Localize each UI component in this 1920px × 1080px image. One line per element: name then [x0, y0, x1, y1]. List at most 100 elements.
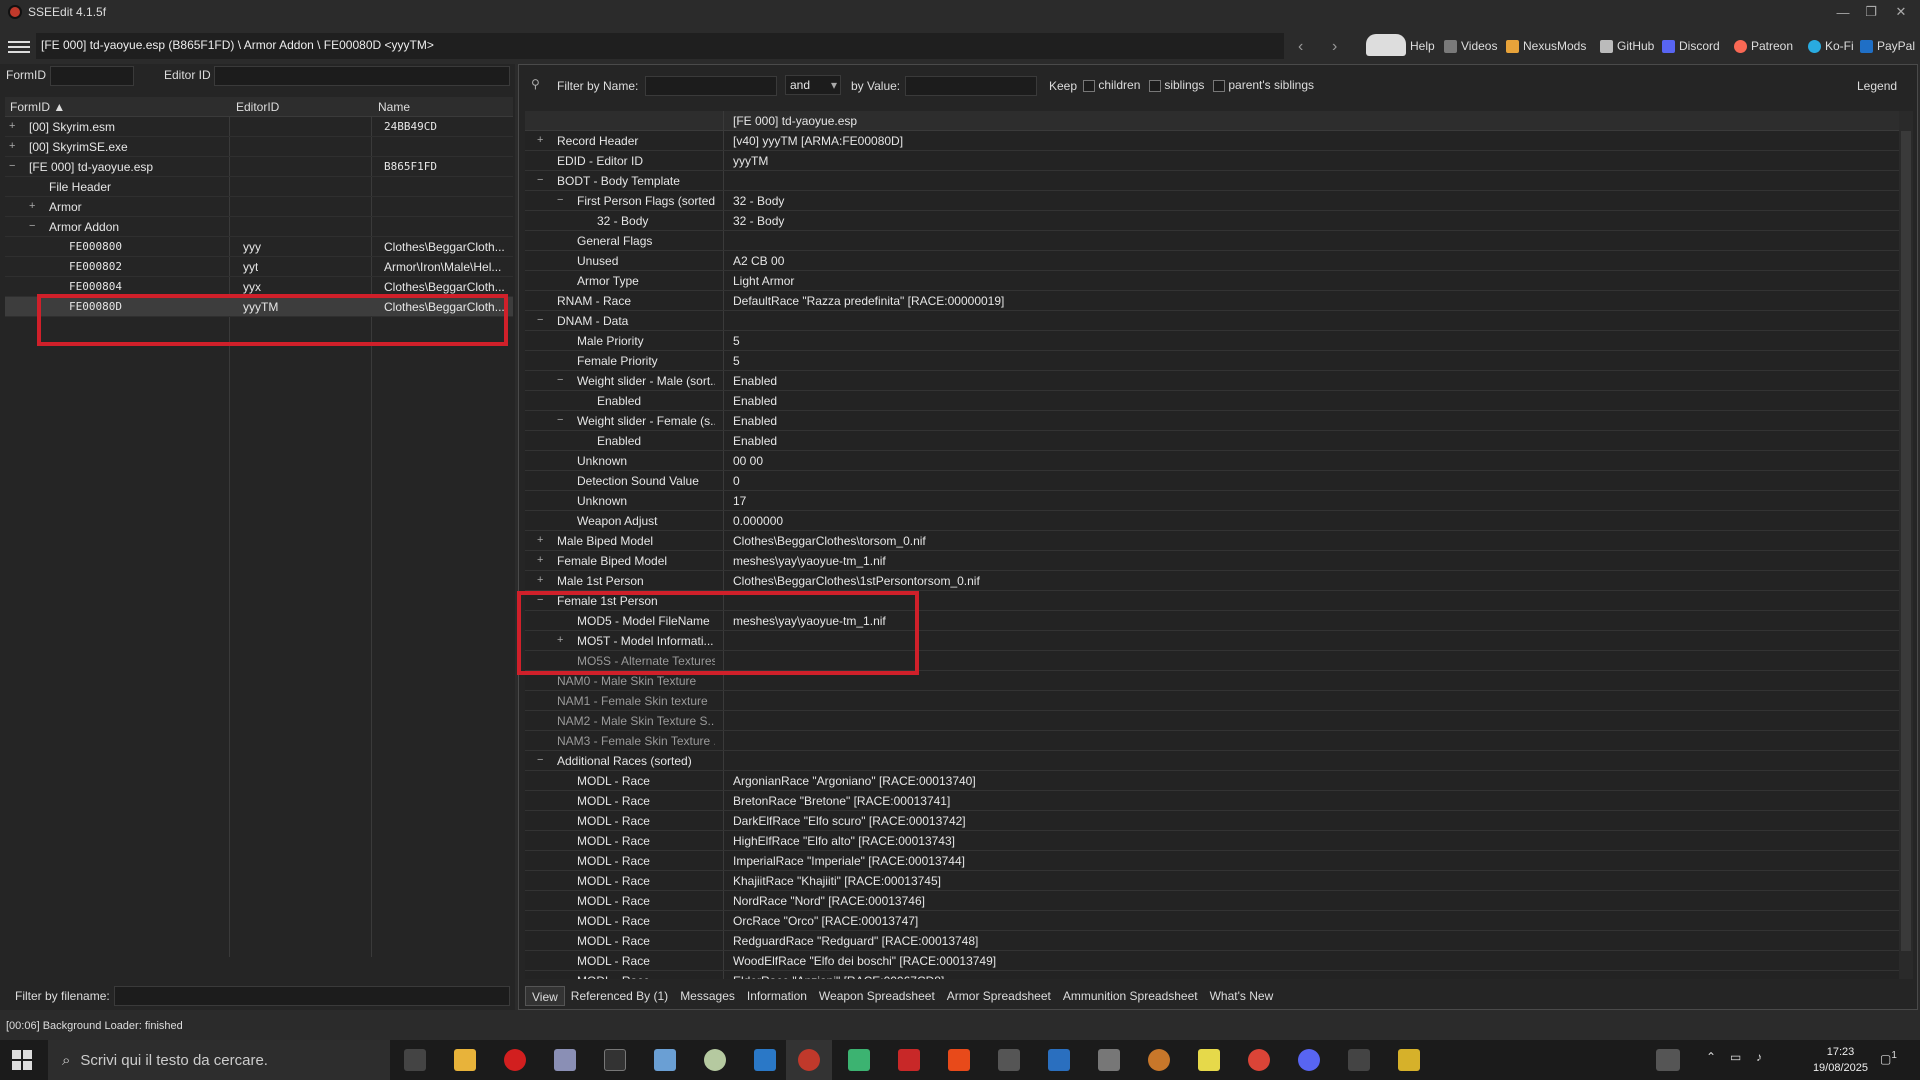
field-value[interactable]: Enabled — [733, 374, 777, 388]
app-icon-12[interactable] — [1198, 1049, 1220, 1071]
app-icon-6[interactable] — [898, 1049, 920, 1071]
vertical-scrollbar[interactable] — [1899, 111, 1913, 979]
collapse-icon[interactable]: − — [557, 194, 563, 206]
record-field-row[interactable]: MODL - Race ArgonianRace "Argoniano" [RAC… — [525, 771, 1900, 791]
record-field-row[interactable]: MODL - Race BretonRace "Bretone" [RACE:00… — [525, 791, 1900, 811]
field-value[interactable]: A2 CB 00 — [733, 254, 784, 268]
record-field-row[interactable]: NAM1 - Female Skin texture — [525, 691, 1900, 711]
expand-icon[interactable]: + — [9, 140, 15, 152]
restore-button[interactable]: ❐ — [1858, 0, 1884, 24]
field-value[interactable]: meshes\yay\yaoyue-tm_1.nif — [733, 554, 886, 568]
tab-messages[interactable]: Messages — [674, 986, 741, 1006]
record-field-row[interactable]: MODL - Race WoodElfRace "Elfo dei boschi"… — [525, 951, 1900, 971]
app-icon-3[interactable] — [654, 1049, 676, 1071]
record-field-row[interactable]: MODL - Race ImperialRace "Imperiale" [RAC… — [525, 851, 1900, 871]
filter-name-input[interactable] — [645, 76, 777, 96]
field-value[interactable]: 5 — [733, 334, 740, 348]
field-value[interactable]: KhajiitRace "Khajiiti" [RACE:00013745] — [733, 874, 941, 888]
clock[interactable]: 17:23 19/08/2025 — [1813, 1044, 1868, 1076]
network-icon[interactable]: ▭ — [1730, 1050, 1741, 1064]
app-icon-4[interactable] — [704, 1049, 726, 1071]
record-field-row[interactable]: 32 - Body 32 - Body — [525, 211, 1900, 231]
tree-row[interactable]: FE000802 yyt Armor\Iron\Male\Hel... — [5, 257, 513, 277]
windows-start-icon[interactable] — [12, 1050, 32, 1070]
file-explorer-icon[interactable] — [454, 1049, 476, 1071]
app-icon-13[interactable] — [1348, 1049, 1370, 1071]
notepad-icon[interactable] — [848, 1049, 870, 1071]
field-value[interactable]: yyyTM — [733, 154, 768, 168]
discord-link[interactable]: Discord — [1662, 39, 1720, 53]
tab-what-s-new[interactable]: What's New — [1204, 986, 1280, 1006]
record-field-row[interactable]: − BODT - Body Template — [525, 171, 1900, 191]
field-value[interactable]: ElderRace "Anziani" [RACE:00067CD8] — [733, 974, 944, 979]
record-field-row[interactable]: + Male 1st Person Clothes\BeggarClothes\1s… — [525, 571, 1900, 591]
app-icon-8[interactable] — [998, 1049, 1020, 1071]
app-icon-5[interactable] — [754, 1049, 776, 1071]
field-value[interactable]: DefaultRace "Razza predefinita" [RACE:00… — [733, 294, 1004, 308]
formid-input[interactable] — [50, 66, 134, 86]
help-link[interactable]: Help — [1410, 39, 1435, 53]
record-field-row[interactable]: Unused A2 CB 00 — [525, 251, 1900, 271]
patreon-link[interactable]: Patreon — [1734, 39, 1793, 53]
record-field-row[interactable]: Male Priority 5 — [525, 331, 1900, 351]
field-value[interactable]: Clothes\BeggarClothes\1stPersontorsom_0.… — [733, 574, 980, 588]
field-value[interactable]: 00 00 — [733, 454, 763, 468]
record-field-row[interactable]: + Female Biped Model meshes\yay\yaoyue-tm_… — [525, 551, 1900, 571]
collapse-icon[interactable]: − — [557, 414, 563, 426]
app-icon-2[interactable] — [604, 1049, 626, 1071]
field-value[interactable]: 0.000000 — [733, 514, 783, 528]
record-field-row[interactable]: MODL - Race HighElfRace "Elfo alto" [RACE… — [525, 831, 1900, 851]
field-value[interactable]: HighElfRace "Elfo alto" [RACE:00013743] — [733, 834, 955, 848]
record-field-row[interactable]: MODL - Race NordRace "Nord" [RACE:0001374… — [525, 891, 1900, 911]
children-checkbox[interactable]: children — [1083, 78, 1140, 92]
record-field-row[interactable]: Enabled Enabled — [525, 431, 1900, 451]
expand-icon[interactable]: + — [537, 134, 543, 146]
tab-referenced-by-1[interactable]: Referenced By (1) — [565, 986, 674, 1006]
field-value[interactable]: Clothes\BeggarClothes\torsom_0.nif — [733, 534, 926, 548]
collapse-icon[interactable]: − — [537, 174, 543, 186]
record-field-row[interactable]: MODL - Race ElderRace "Anziani" [RACE:000… — [525, 971, 1900, 979]
field-value[interactable]: WoodElfRace "Elfo dei boschi" [RACE:0001… — [733, 954, 996, 968]
nexusmods-link[interactable]: NexusMods — [1506, 39, 1586, 53]
field-value[interactable]: NordRace "Nord" [RACE:00013746] — [733, 894, 925, 908]
app-icon-14[interactable] — [1398, 1049, 1420, 1071]
field-value[interactable]: BretonRace "Bretone" [RACE:00013741] — [733, 794, 950, 808]
field-value[interactable]: [v40] yyyTM [ARMA:FE00080D] — [733, 134, 903, 148]
by-value-input[interactable] — [905, 76, 1037, 96]
pin-icon[interactable]: ⚲ — [531, 77, 540, 91]
column-name[interactable]: Name — [378, 100, 410, 114]
field-value[interactable]: Enabled — [733, 414, 777, 428]
tree-row[interactable]: File Header — [5, 177, 513, 197]
discord-taskbar-icon[interactable] — [1298, 1049, 1320, 1071]
volume-icon[interactable]: ♪ — [1756, 1050, 1762, 1064]
chevron-up-icon[interactable]: ⌃ — [1706, 1050, 1716, 1064]
record-field-row[interactable]: Detection Sound Value 0 — [525, 471, 1900, 491]
tab-view[interactable]: View — [525, 986, 565, 1006]
editorid-input[interactable] — [214, 66, 510, 86]
sseedit-icon[interactable] — [798, 1049, 820, 1071]
notifications-icon[interactable]: ▢1 — [1880, 1050, 1897, 1066]
task-view-icon[interactable] — [404, 1049, 426, 1071]
record-field-row[interactable]: Armor Type Light Armor — [525, 271, 1900, 291]
app-icon-1[interactable] — [554, 1049, 576, 1071]
record-field-row[interactable]: − First Person Flags (sorted) 32 - Body — [525, 191, 1900, 211]
expand-icon[interactable]: + — [537, 534, 543, 546]
expand-icon[interactable]: + — [537, 554, 543, 566]
record-field-row[interactable]: − DNAM - Data — [525, 311, 1900, 331]
record-field-row[interactable]: RNAM - Race DefaultRace "Razza predefinit… — [525, 291, 1900, 311]
tab-armor-spreadsheet[interactable]: Armor Spreadsheet — [941, 986, 1057, 1006]
app-icon-11[interactable] — [1148, 1049, 1170, 1071]
opera-icon[interactable] — [504, 1049, 526, 1071]
and-select[interactable]: and ▾ — [785, 75, 841, 95]
expand-icon[interactable]: + — [537, 574, 543, 586]
tree-row[interactable]: + Armor — [5, 197, 513, 217]
record-field-row[interactable]: Unknown 00 00 — [525, 451, 1900, 471]
parents-siblings-checkbox[interactable]: parent's siblings — [1213, 78, 1314, 92]
field-value[interactable]: 5 — [733, 354, 740, 368]
record-field-row[interactable]: Female Priority 5 — [525, 351, 1900, 371]
record-field-row[interactable]: − Weight slider - Male (sort... Enabled — [525, 371, 1900, 391]
field-value[interactable]: 32 - Body — [733, 214, 784, 228]
record-field-row[interactable]: + Record Header [v40] yyyTM [ARMA:FE00080D… — [525, 131, 1900, 151]
record-field-row[interactable]: MODL - Race DarkElfRace "Elfo scuro" [RAC… — [525, 811, 1900, 831]
field-value[interactable]: OrcRace "Orco" [RACE:00013747] — [733, 914, 918, 928]
